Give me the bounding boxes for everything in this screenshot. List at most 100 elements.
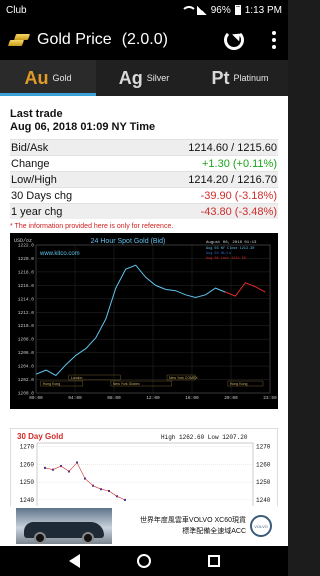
quote-row-low-high: Low/High 1214.20 / 1216.70 (10, 171, 278, 187)
tab-label: Platinum (233, 73, 269, 83)
chart-24-unit: USD/oz (14, 238, 32, 244)
volvo-logo-text: VOLVO (254, 523, 268, 529)
chart-30-day-svg: 30 Day Gold High 1262.60 Low 1207.20 127… (17, 432, 271, 506)
market-session-label: Hong Kong (43, 382, 61, 386)
last-trade-date: Aug 06, 2018 01:09 NY Time (10, 121, 156, 133)
quote-row-30-days: 30 Days chg -39.90 (-3.18%) (10, 187, 278, 203)
quote-label: 1 year chg (11, 205, 63, 218)
gold-bars-icon (7, 33, 31, 47)
x-tick-label: 04:00 (68, 395, 82, 401)
screen: Club 96% 1:13 PM Gold Price (2.0.0) Au G… (0, 0, 288, 576)
clock: 1:13 PM (244, 4, 282, 16)
y-tick-label: 1206.0 (18, 350, 35, 356)
ad-text: 世界年度風雲車VOLVO XC60現貨 標準配備全速域ACC (112, 515, 250, 537)
quote-row-change: Change +1.30 (+0.11%) (10, 155, 278, 171)
app-bar: Gold Price (2.0.0) (0, 20, 288, 60)
chart-24-legend-close: Aug 03 NY Close 1213.30 (206, 246, 254, 251)
y-tick-label-right: 1260 (256, 461, 271, 468)
ad-banner[interactable]: 世界年度風雲車VOLVO XC60現貨 標準配備全速域ACC VOLVO (0, 506, 288, 546)
quote-value: 1214.60 / 1215.60 (188, 141, 277, 154)
status-icons: 96% 1:13 PM (180, 4, 282, 16)
app-title: Gold Price (37, 31, 112, 48)
tab-platinum[interactable]: Pt Platinum (192, 60, 288, 96)
quote-value: 1214.20 / 1216.70 (188, 173, 277, 186)
carrier-label: Club (6, 4, 27, 16)
y-tick-label-right: 1240 (256, 497, 271, 504)
tab-label: Gold (52, 73, 72, 83)
market-session-label: Hong Kong (230, 382, 248, 386)
y-tick-label: 1208.0 (18, 337, 35, 343)
y-tick-label-left: 1260 (20, 461, 35, 468)
quote-label: Low/High (11, 173, 57, 186)
y-tick-label: 1216.0 (18, 283, 35, 289)
volvo-logo: VOLVO (250, 515, 272, 537)
battery-percent: 96% (210, 4, 231, 16)
x-tick-label: 16:00 (185, 395, 199, 401)
tab-symbol: Au (24, 67, 49, 88)
overflow-menu-icon[interactable] (272, 31, 276, 49)
market-session-label: London (71, 376, 83, 380)
y-tick-label: 1214.0 (18, 296, 35, 302)
y-tick-label-right: 1250 (256, 479, 271, 486)
quote-value: -43.80 (-3.48%) (200, 205, 277, 218)
quote-value: +1.30 (+0.11%) (201, 157, 277, 170)
y-tick-label-left: 1270 (20, 444, 35, 451)
quote-row-bid-ask: Bid/Ask 1214.60 / 1215.60 (10, 139, 278, 155)
signal-icon (196, 5, 207, 15)
y-tick-label-right: 1270 (256, 444, 271, 451)
chart-24-info-date: August 06, 2018 01:13 (206, 241, 257, 245)
x-tick-label: 23:59 (263, 395, 277, 401)
x-tick-label: 00:00 (29, 395, 43, 401)
metal-tabs: Au Gold Ag Silver Pt Platinum (0, 60, 288, 96)
quote-row-1-year: 1 year chg -43.80 (-3.48%) (10, 203, 278, 219)
tab-label: Silver (146, 73, 170, 83)
x-tick-label: 08:00 (107, 395, 121, 401)
back-icon[interactable] (68, 554, 80, 568)
chart-30-day-gold[interactable]: 30 Day Gold High 1262.60 Low 1207.20 127… (10, 428, 278, 506)
y-tick-label: 1220.0 (18, 256, 35, 262)
quote-label: Change (11, 157, 50, 170)
y-tick-label: 1202.0 (18, 377, 35, 383)
y-tick-label-left: 1240 (20, 497, 35, 504)
last-trade-section: Last trade Aug 06, 2018 01:09 NY Time Bi… (0, 96, 288, 230)
status-bar: Club 96% 1:13 PM (0, 0, 288, 20)
tab-silver[interactable]: Ag Silver (96, 60, 192, 96)
y-tick-label: 1210.0 (18, 323, 35, 329)
battery-icon (234, 5, 241, 15)
wifi-icon (180, 5, 197, 15)
x-tick-label: 20:00 (224, 395, 238, 401)
last-trade-title: Last trade (10, 108, 63, 120)
recent-apps-icon[interactable] (207, 555, 220, 567)
ad-line-2: 標準配備全速域ACC (182, 528, 246, 535)
gold-content[interactable]: Last trade Aug 06, 2018 01:09 NY Time Bi… (0, 96, 288, 506)
disclaimer-text: * The information provided here is only … (10, 223, 174, 230)
refresh-icon[interactable] (224, 30, 244, 50)
quote-value: -39.90 (-3.18%) (200, 189, 277, 202)
ad-line-1: 世界年度風雲車VOLVO XC60現貨 (139, 517, 246, 524)
home-icon[interactable] (136, 554, 151, 568)
y-tick-label: 1218.0 (18, 269, 35, 275)
y-tick-label-left: 1250 (20, 479, 35, 486)
app-version: (2.0.0) (121, 31, 168, 48)
tab-symbol: Ag (118, 67, 143, 88)
system-nav-bar (0, 546, 288, 576)
tab-symbol: Pt (211, 67, 230, 88)
market-session-label: New York COMEX (169, 376, 198, 380)
quote-table: Bid/Ask 1214.60 / 1215.60 Change +1.30 (… (10, 139, 278, 219)
chart-24-watermark: www.kitco.com (39, 251, 80, 257)
chart-24-legend-hilo: Aug 03 Hi/Lo (206, 251, 231, 256)
chart-30-title: 30 Day Gold (17, 432, 63, 441)
y-tick-label: 1212.0 (18, 310, 35, 316)
tab-gold[interactable]: Au Gold (0, 60, 96, 96)
quote-label: 30 Days chg (11, 189, 73, 202)
market-session-label: New York Globex (113, 382, 140, 386)
chart-24-hour-gold[interactable]: 1222.0 1220.0 1218.0 1216.0 1214.0 1212.0 1210… (10, 233, 278, 409)
chart-30-high-low: High 1262.60 Low 1207.20 (161, 434, 248, 441)
y-tick-label: 1204.0 (18, 364, 35, 370)
x-tick-label: 12:00 (146, 395, 160, 401)
quote-label: Bid/Ask (11, 141, 49, 154)
chart-24-title: 24 Hour Spot Gold (Bid) (91, 238, 166, 245)
chart-24-legend-last: Aug 06 Last 1214.50 (206, 257, 246, 261)
chart-24-hour-svg: 1222.01220.01218.01216.01214.01212.01210… (14, 238, 277, 401)
car-image (16, 508, 112, 544)
